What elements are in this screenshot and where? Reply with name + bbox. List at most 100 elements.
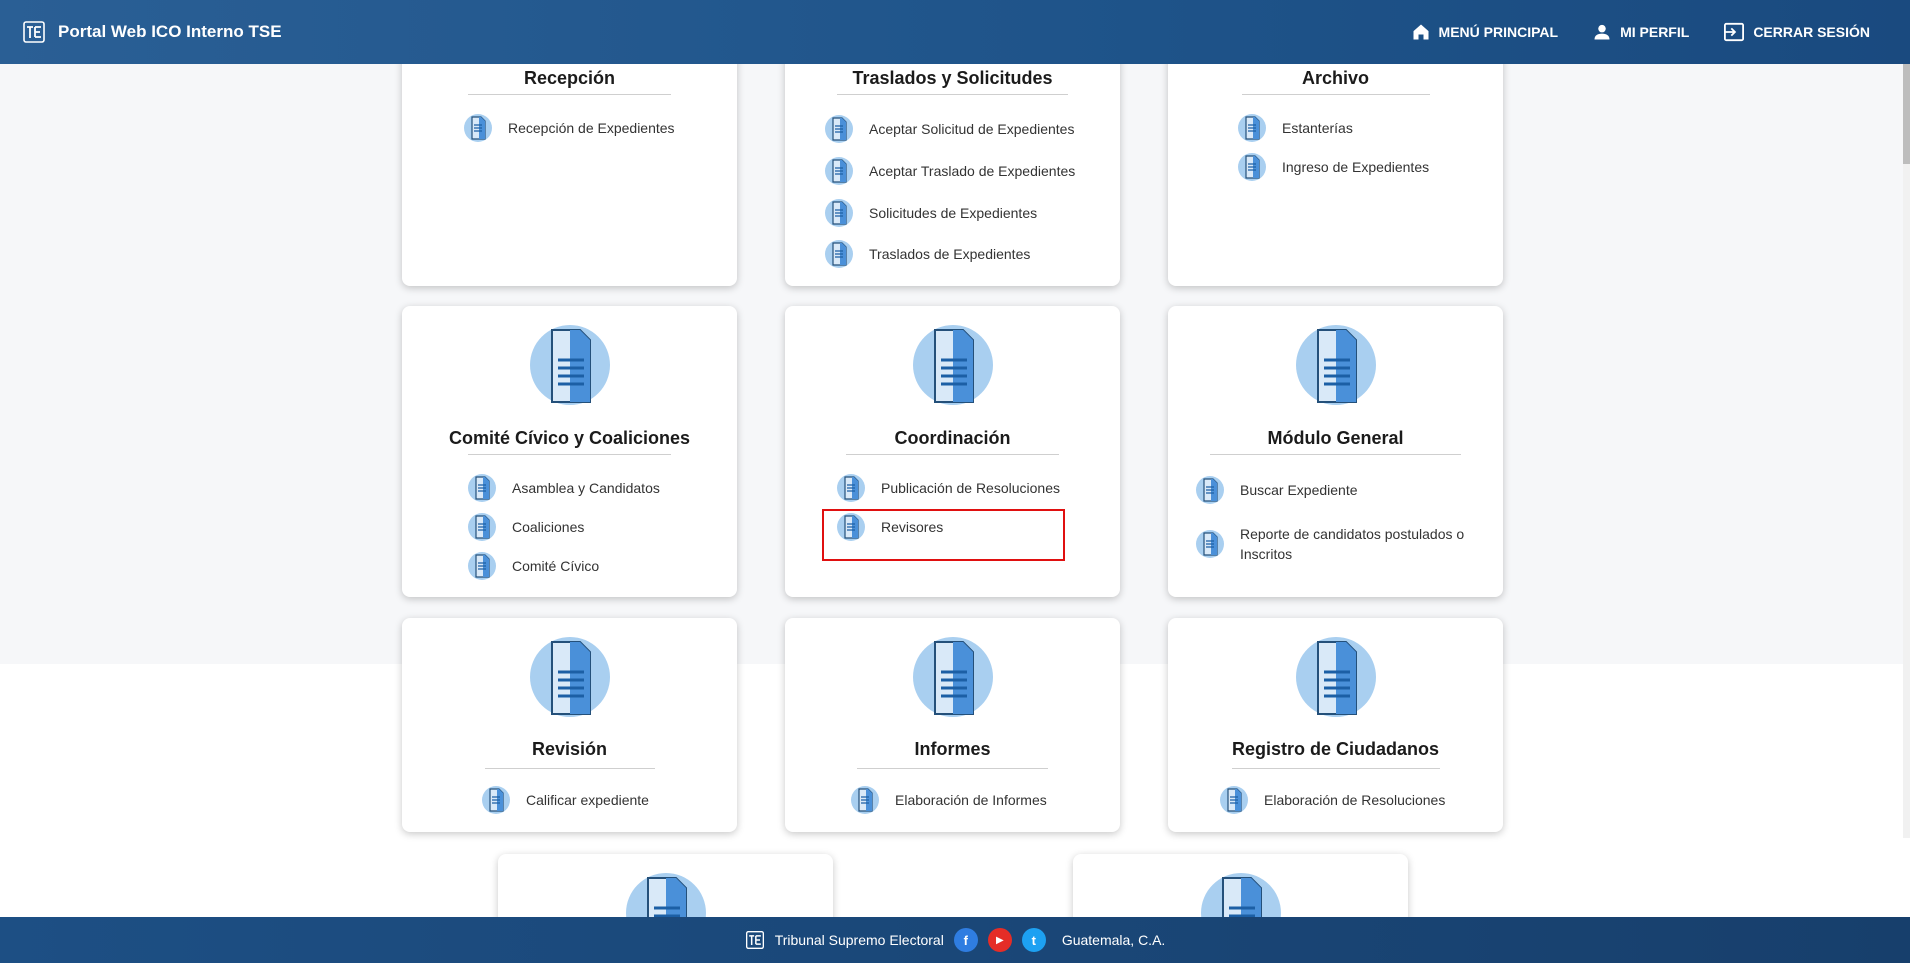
nav-menu-label: MENÚ PRINCIPAL — [1438, 24, 1559, 40]
menu-item-elaboracion-informes[interactable]: Elaboración de Informes — [849, 784, 1047, 816]
home-icon — [1413, 24, 1429, 40]
menu-item-comite-civico[interactable]: Comité Cívico — [466, 550, 599, 582]
menu-item-calificar-expediente[interactable]: Calificar expediente — [480, 784, 649, 816]
title-divider — [846, 454, 1059, 455]
card-title: Archivo — [1301, 68, 1370, 88]
card-title: Coordinación — [894, 428, 1011, 448]
card-revision: Revisión Calificar expediente — [402, 618, 737, 832]
menu-item-label: Elaboración de Resoluciones — [1264, 792, 1446, 808]
menu-item-label: Estanterías — [1282, 120, 1353, 136]
nav-profile-label: MI PERFIL — [1620, 24, 1690, 40]
menu-item-estanterias[interactable]: Estanterías — [1236, 112, 1353, 144]
menu-item-label: Ingreso de Expedientes — [1282, 159, 1430, 175]
document-icon — [851, 786, 879, 814]
document-icon — [482, 786, 510, 814]
card-traslados: Traslados y Solicitudes Aceptar Solicitu… — [785, 40, 1120, 286]
menu-item-publicacion-resoluciones[interactable]: Publicación de Resoluciones — [835, 472, 1060, 504]
menu-item-asamblea-candidatos[interactable]: Asamblea y Candidatos — [466, 472, 660, 504]
menu-item-label: Reporte de candidatos postulados o Inscr… — [1240, 526, 1465, 562]
menu-item-label: Coaliciones — [512, 519, 585, 535]
document-icon — [1196, 530, 1224, 558]
nav-cerrar-sesion[interactable]: CERRAR SESIÓN — [1723, 22, 1870, 42]
card-title: Traslados y Solicitudes — [852, 68, 1053, 88]
card-registro-ciudadanos: Registro de Ciudadanos Elaboración de Re… — [1168, 618, 1503, 832]
card-modulo-general: Módulo General Buscar Expediente Reporte… — [1168, 306, 1503, 597]
document-icon — [825, 199, 853, 227]
title-divider — [857, 768, 1048, 769]
document-icon — [825, 115, 853, 143]
menu-item-label: Aceptar Solicitud de Expedientes — [869, 121, 1075, 137]
title-divider — [1232, 768, 1440, 769]
document-icon — [1238, 153, 1266, 181]
menu-item-label: Comité Cívico — [512, 558, 600, 574]
menu-item-buscar-expediente[interactable]: Buscar Expediente — [1194, 474, 1358, 506]
title-divider — [837, 94, 1068, 95]
menu-item-label: Buscar Expediente — [1240, 482, 1358, 498]
tse-logo-icon — [745, 931, 764, 949]
menu-item-traslados[interactable]: Traslados de Expedientes — [823, 238, 1030, 270]
document-icon — [912, 325, 993, 405]
footer-location: Guatemala, C.A. — [1061, 932, 1166, 948]
twitter-icon[interactable]: t — [1021, 928, 1046, 952]
card-comite-civico: Comité Cívico y Coaliciones Asamblea y C… — [402, 306, 737, 597]
menu-item-label: Revisores — [881, 519, 944, 535]
document-icon — [912, 637, 993, 717]
menu-item-label: Solicitudes de Expedientes — [869, 205, 1038, 221]
menu-item-label: Publicación de Resoluciones — [881, 480, 1060, 496]
document-icon — [464, 114, 492, 142]
nav-mi-perfil[interactable]: MI PERFIL — [1592, 22, 1689, 42]
document-icon — [1295, 325, 1376, 405]
menu-item-ingreso-expedientes[interactable]: Ingreso de Expedientes — [1236, 151, 1429, 183]
document-icon — [825, 157, 853, 185]
logout-icon — [1724, 22, 1745, 42]
menu-item-aceptar-solicitud[interactable]: Aceptar Solicitud de Expedientes — [823, 113, 1074, 145]
title-divider — [1242, 94, 1430, 95]
scrollbar-thumb[interactable] — [1903, 64, 1910, 164]
card-informes: Informes Elaboración de Informes — [785, 618, 1120, 832]
document-icon — [1196, 476, 1224, 504]
nav-menu-principal[interactable]: MENÚ PRINCIPAL — [1411, 22, 1559, 42]
card-recepcion: Recepción Recepción de Expedientes — [402, 40, 737, 286]
menu-item-solicitudes[interactable]: Solicitudes de Expedientes — [823, 197, 1037, 229]
tse-logo-icon — [23, 21, 45, 43]
menu-item-recepcion-expedientes[interactable]: Recepción de Expedientes — [462, 112, 675, 144]
document-icon — [1220, 786, 1248, 814]
card-coordinacion: Coordinación Publicación de Resoluciones… — [785, 306, 1120, 597]
menu-item-revisores[interactable]: Revisores — [835, 511, 943, 543]
title-divider — [468, 94, 671, 95]
footer: Tribunal Supremo Electoral f ▶ t Guatema… — [0, 917, 1910, 963]
menu-item-elaboracion-resoluciones[interactable]: Elaboración de Resoluciones — [1218, 784, 1445, 816]
card-title: Registro de Ciudadanos — [1231, 739, 1440, 759]
document-icon — [529, 325, 610, 405]
document-icon — [837, 474, 865, 502]
document-icon — [825, 240, 853, 268]
menu-item-label: Traslados de Expedientes — [869, 246, 1031, 262]
menu-item-reporte-candidatos[interactable]: Reporte de candidatos postulados o Inscr… — [1194, 524, 1494, 564]
document-icon — [1295, 637, 1376, 717]
card-title: Módulo General — [1267, 428, 1404, 448]
menu-item-label: Aceptar Traslado de Expedientes — [869, 163, 1076, 179]
scrollbar-track[interactable] — [1903, 64, 1910, 838]
menu-item-aceptar-traslado[interactable]: Aceptar Traslado de Expedientes — [823, 155, 1075, 187]
brand[interactable]: Portal Web ICO Interno TSE — [22, 20, 282, 44]
app-title: Portal Web ICO Interno TSE — [58, 22, 282, 41]
facebook-icon[interactable]: f — [953, 928, 978, 952]
main-nav: MENÚ PRINCIPAL MI PERFIL CERRAR SESIÓN — [1411, 0, 1870, 64]
card-title: Informes — [914, 739, 991, 759]
menu-item-label: Recepción de Expedientes — [508, 120, 675, 136]
title-divider — [468, 454, 671, 455]
document-icon — [468, 552, 496, 580]
nav-logout-label: CERRAR SESIÓN — [1753, 24, 1870, 40]
menu-item-label: Calificar expediente — [526, 792, 649, 808]
title-divider — [1210, 454, 1461, 455]
document-icon — [837, 513, 865, 541]
document-icon — [468, 513, 496, 541]
document-icon — [468, 474, 496, 502]
menu-item-label: Asamblea y Candidatos — [512, 480, 660, 496]
title-divider — [485, 768, 655, 769]
menu-item-coaliciones[interactable]: Coaliciones — [466, 511, 584, 543]
person-icon — [1594, 24, 1610, 40]
document-icon — [529, 637, 610, 717]
youtube-icon[interactable]: ▶ — [987, 928, 1012, 952]
card-archivo: Archivo Estanterías Ingreso de Expedient… — [1168, 40, 1503, 286]
